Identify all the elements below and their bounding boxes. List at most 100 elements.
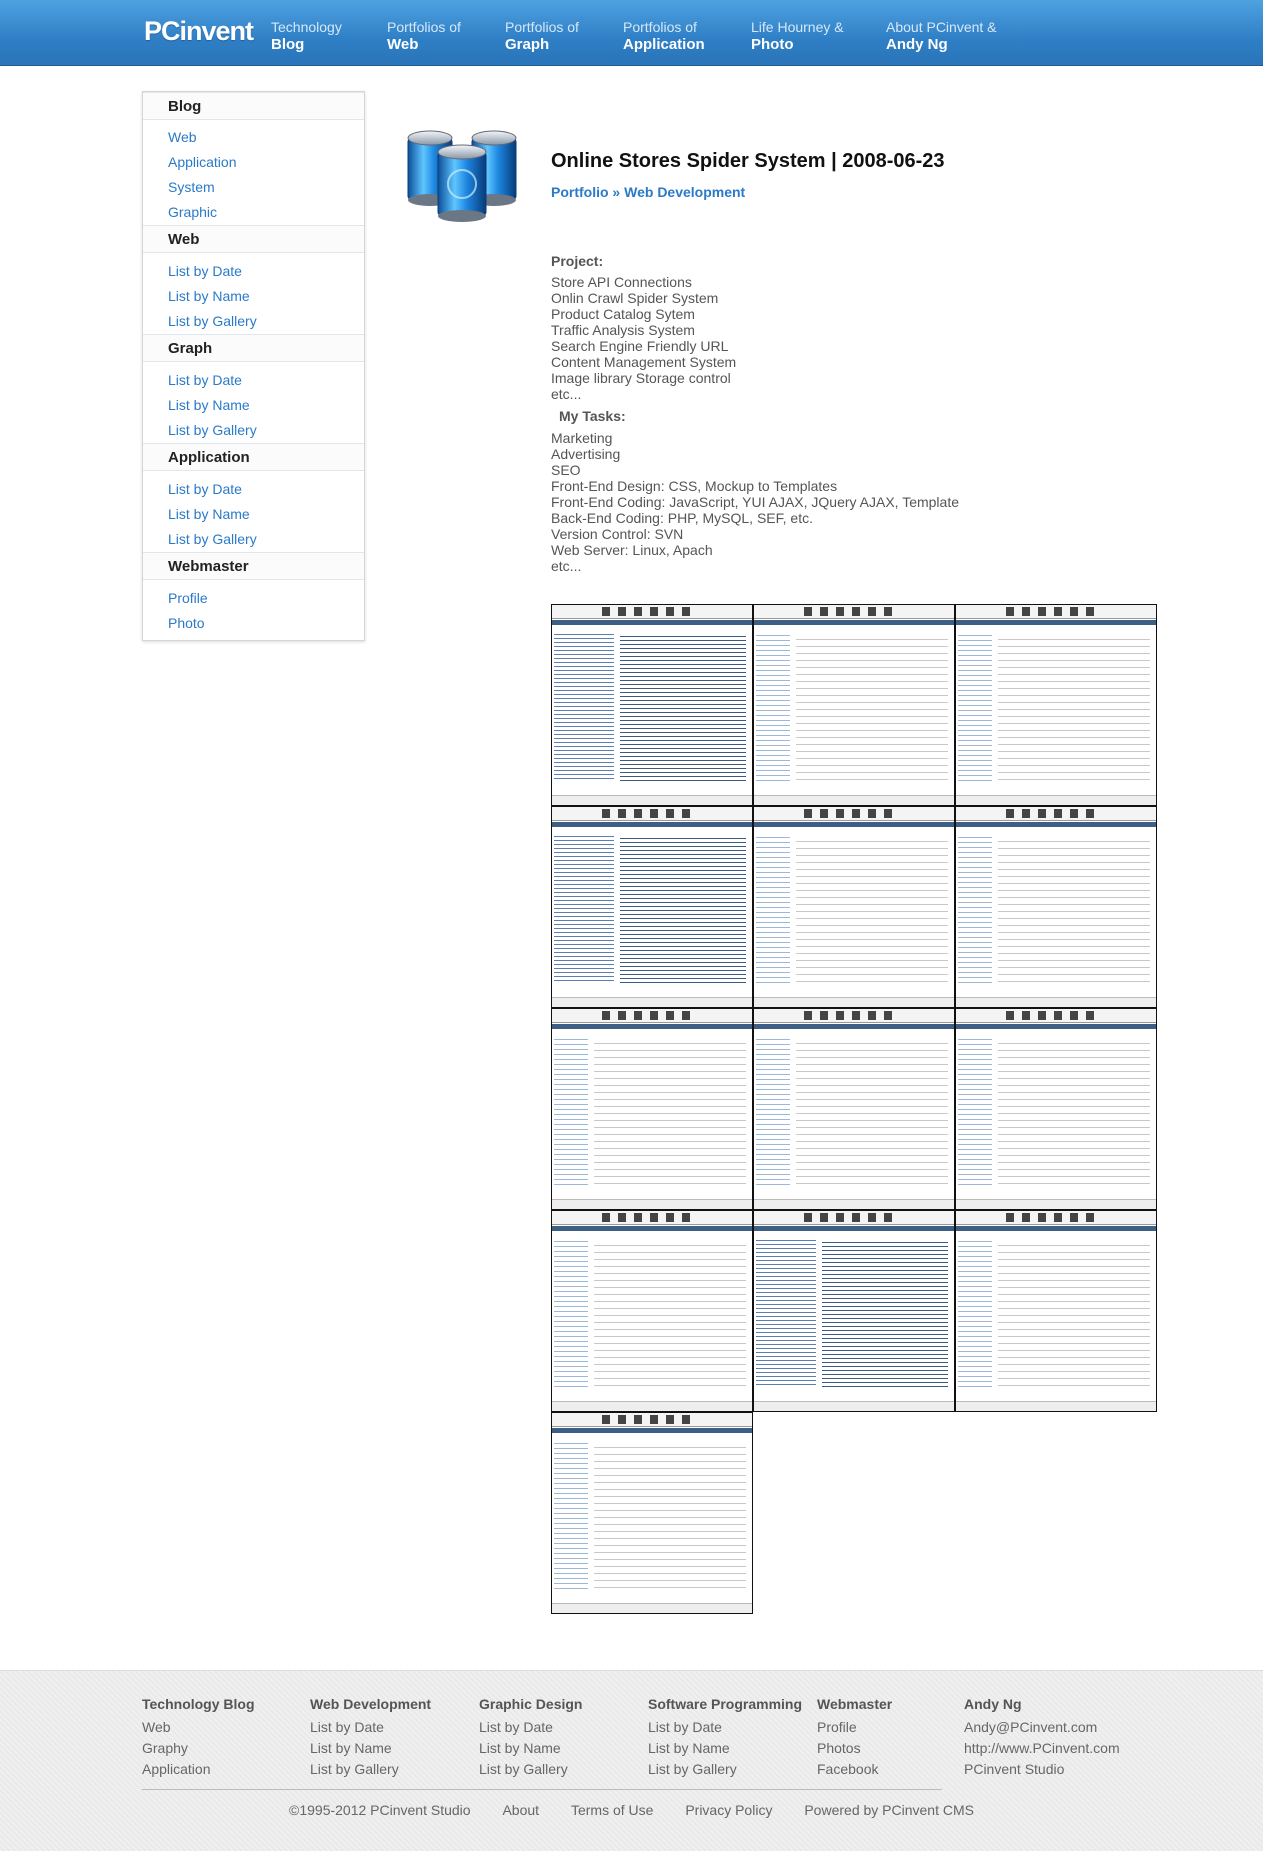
thumbnail-navbar [754,1024,954,1029]
nav-portfolio-graph[interactable]: Portfolios of Graph [505,19,579,54]
gallery-thumbnail[interactable] [955,806,1157,1008]
sidebar-heading-blog: Blog [143,92,364,120]
footer-link[interactable]: List by Name [310,1738,431,1759]
thumbnail-sidebar [958,833,992,983]
footer-link[interactable]: List by Gallery [310,1759,431,1780]
thumbnail-navbar [754,1226,954,1231]
gallery-thumbnail[interactable] [955,604,1157,806]
task-item: SEO [551,462,581,478]
sidebar-heading-label: Web [168,231,200,248]
sidebar-link-blog-application[interactable]: Application [168,154,237,170]
footer-link[interactable]: List by Name [648,1738,802,1759]
gallery-thumbnail[interactable] [551,604,753,806]
footer-about-link[interactable]: About [502,1802,539,1818]
sidebar-link-webmaster-photo[interactable]: Photo [168,615,205,631]
sidebar-link-web-gallery[interactable]: List by Gallery [168,313,257,329]
thumbnail-content [796,1037,948,1187]
thumbnail-footer [552,997,752,1007]
footer-link[interactable]: List by Date [648,1717,802,1738]
task-item: Web Server: Linux, Apach [551,542,713,558]
footer-link[interactable]: List by Date [310,1717,431,1738]
sidebar-link-application-gallery[interactable]: List by Gallery [168,531,257,547]
thumbnail-toolbar [754,1211,954,1225]
thumbnail-footer [552,1199,752,1209]
project-item: Search Engine Friendly URL [551,338,729,354]
thumbnail-sidebar [756,631,790,781]
nav-label-top: Portfolios of [623,19,697,35]
page-title: Online Stores Spider System | 2008-06-23 [551,150,945,172]
footer-link[interactable]: List by Gallery [479,1759,582,1780]
thumbnail-sidebar [756,1035,790,1185]
sidebar-link-blog-graphic[interactable]: Graphic [168,204,217,220]
sidebar-link-blog-web[interactable]: Web [168,129,197,145]
footer-link[interactable]: List by Name [479,1738,582,1759]
breadcrumb-portfolio[interactable]: Portfolio [551,184,609,200]
sidebar-heading-label: Blog [168,98,202,115]
sidebar-link-webmaster-profile[interactable]: Profile [168,590,208,606]
gallery-thumbnail[interactable] [551,1412,753,1614]
footer-link[interactable]: Profile [817,1717,892,1738]
gallery-thumbnail[interactable] [551,806,753,1008]
footer-link[interactable]: Photos [817,1738,892,1759]
gallery-thumbnail[interactable] [955,1210,1157,1412]
thumbnail-footer [552,1401,752,1411]
nav-technology-blog[interactable]: Technology Blog [271,19,342,54]
nav-label-bottom: Graph [505,36,550,53]
thumbnail-sidebar [554,631,614,781]
thumbnail-navbar [552,1428,752,1433]
gallery-thumbnail[interactable] [753,604,955,806]
breadcrumb-web-development[interactable]: Web Development [624,184,745,200]
nav-about-andy[interactable]: About PCinvent & Andy Ng [886,19,997,54]
sidebar-link-application-date[interactable]: List by Date [168,481,242,497]
thumbnail-navbar [552,620,752,625]
footer-link[interactable]: Graphy [142,1738,255,1759]
footer-column-tech-blog: Technology Blog Web Graphy Application [142,1696,255,1780]
site-logo[interactable]: PCinvent [144,16,254,47]
gallery-thumbnail[interactable] [551,1210,753,1412]
thumbnail-navbar [552,1226,752,1231]
project-label: Project: [551,253,604,269]
footer-email-link[interactable]: Andy@PCinvent.com [964,1717,1120,1738]
gallery-thumbnail[interactable] [955,1008,1157,1210]
footer-heading: Graphic Design [479,1696,583,1712]
thumbnail-footer [754,795,954,805]
sidebar-link-web-date[interactable]: List by Date [168,263,242,279]
sidebar-link-graph-name[interactable]: List by Name [168,397,250,413]
footer-link[interactable]: Facebook [817,1759,892,1780]
thumbnail-content [796,835,948,985]
nav-portfolio-application[interactable]: Portfolios of Application [623,19,705,54]
footer-link[interactable]: List by Gallery [648,1759,802,1780]
footer-terms-link[interactable]: Terms of Use [571,1802,653,1818]
sidebar-heading-application: Application [143,443,364,471]
gallery-thumbnail[interactable] [753,806,955,1008]
sidebar-link-application-name[interactable]: List by Name [168,506,250,522]
nav-label-bottom: Application [623,36,705,53]
nav-portfolio-web[interactable]: Portfolios of Web [387,19,461,54]
footer-heading: Software Programming [648,1696,803,1712]
thumbnail-footer [754,1199,954,1209]
footer-divider [142,1789,942,1790]
thumbnail-sidebar [554,1237,588,1387]
footer-website-link[interactable]: http://www.PCinvent.com [964,1738,1120,1759]
footer-heading: Technology Blog [142,1696,255,1712]
gallery-thumbnail[interactable] [753,1008,955,1210]
footer-privacy-link[interactable]: Privacy Policy [685,1802,772,1818]
sidebar-link-blog-system[interactable]: System [168,179,215,195]
sidebar-link-graph-gallery[interactable]: List by Gallery [168,422,257,438]
sidebar-heading-label: Webmaster [168,558,249,575]
sidebar-link-web-name[interactable]: List by Name [168,288,250,304]
footer-link[interactable]: Web [142,1717,255,1738]
sidebar-link-graph-date[interactable]: List by Date [168,372,242,388]
gallery-thumbnail[interactable] [551,1008,753,1210]
thumbnail-toolbar [754,605,954,619]
thumbnail-content [594,1239,746,1389]
gallery-thumbnail[interactable] [753,1210,955,1412]
nav-life-photo[interactable]: Life Hourney & Photo [751,19,844,54]
footer-link[interactable]: Application [142,1759,255,1780]
project-item: Product Catalog Sytem [551,306,695,322]
nav-label-top: Technology [271,19,342,35]
footer-link[interactable]: List by Date [479,1717,582,1738]
sidebar-heading-label: Graph [168,340,213,357]
database-cans-icon [407,130,517,222]
footer-link[interactable]: PCinvent Studio [964,1759,1120,1780]
